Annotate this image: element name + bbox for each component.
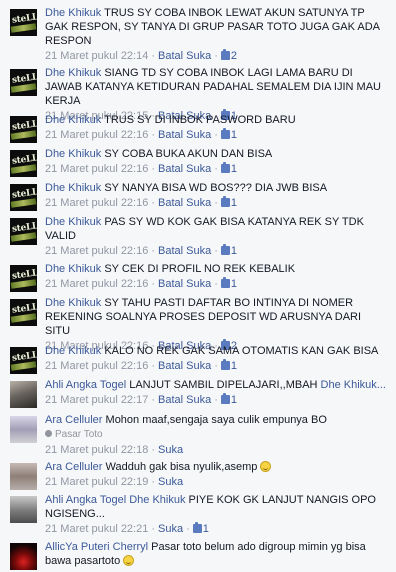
thumbs-up-icon	[220, 128, 230, 139]
like-button[interactable]: Suka	[158, 444, 183, 456]
smiley-icon	[260, 461, 272, 472]
mention-link[interactable]: Dhe Khikuk...	[321, 379, 386, 391]
comment-time[interactable]: 21 Maret pukul 22:16	[45, 197, 148, 209]
comment-author[interactable]: Dhe Khikuk	[45, 263, 101, 275]
like-count[interactable]: 1	[231, 129, 237, 141]
like-count[interactable]: 1	[231, 197, 237, 209]
comment-time[interactable]: 21 Maret pukul 22:14	[45, 50, 148, 62]
comment-author[interactable]: AllicYa Puteri Cherryl	[45, 541, 148, 553]
avatar[interactable]: steLL	[10, 9, 37, 36]
comment-author[interactable]: Dhe Khikuk	[45, 114, 101, 126]
comment-time[interactable]: 21 Maret pukul 22:16	[45, 245, 148, 257]
comment-feed: steLL Dhe Khikuk TRUS SY COBA INBOK LEWA…	[0, 0, 396, 572]
like-button[interactable]: Suka	[158, 476, 183, 488]
like-count[interactable]: 1	[231, 278, 237, 290]
comment-author[interactable]: Dhe Khikuk	[45, 345, 101, 357]
mention-link[interactable]: Dhe Khikuk	[129, 494, 185, 506]
smiley-icon	[123, 555, 135, 566]
comment-text: Wadduh gak bisa nyulik,asemp	[105, 461, 258, 473]
comment-text: LANJUT SAMBIL DIPELAJARI,,MBAH	[129, 379, 318, 391]
location-tag[interactable]: Pasar Toto	[45, 428, 388, 442]
like-button[interactable]: Suka	[158, 523, 183, 535]
unlike-button[interactable]: Batal Suka	[158, 394, 211, 406]
comment-text: SY NANYA BISA WD BOS??? DIA JWB BISA	[104, 182, 328, 194]
like-count[interactable]: 1	[231, 394, 237, 406]
comment-text: TRUS SY DI INBOK PASWORD BARU	[104, 114, 296, 126]
comment-text: Mohon maaf,sengaja saya culik empunya BO	[105, 414, 327, 426]
comment-time[interactable]: 21 Maret pukul 22:16	[45, 360, 148, 372]
like-count[interactable]: 1	[231, 245, 237, 257]
comment-time[interactable]: 21 Maret pukul 22:17	[45, 394, 148, 406]
like-count[interactable]: 1	[231, 360, 237, 372]
unlike-button[interactable]: Batal Suka	[158, 197, 211, 209]
comment-author[interactable]: Dhe Khikuk	[45, 67, 101, 79]
unlike-button[interactable]: Batal Suka	[158, 163, 211, 175]
comment-time[interactable]: 21 Maret pukul 22:16	[45, 278, 148, 290]
thumbs-up-icon	[220, 162, 230, 173]
comment-text: KALO NO REK GAK SAMA OTOMATIS KAN GAK BI…	[104, 345, 379, 357]
map-pin-icon	[45, 430, 52, 437]
location-name[interactable]: Pasar Toto	[55, 429, 103, 440]
avatar[interactable]	[10, 496, 37, 523]
thumbs-up-icon	[220, 359, 230, 370]
avatar[interactable]	[10, 463, 37, 490]
comment-time[interactable]: 21 Maret pukul 22:19	[45, 476, 148, 488]
avatar[interactable]: steLL	[10, 184, 37, 211]
comment-author[interactable]: Ahli Angka Togel	[45, 494, 126, 506]
avatar[interactable]: steLL	[10, 150, 37, 177]
comment-author[interactable]: Dhe Khikuk	[45, 7, 101, 19]
comment-text: SY COBA BUKA AKUN DAN BISA	[104, 148, 273, 160]
comment-time[interactable]: 21 Maret pukul 22:18	[45, 444, 148, 456]
unlike-button[interactable]: Batal Suka	[158, 245, 211, 257]
avatar[interactable]	[10, 543, 37, 570]
thumbs-up-icon	[220, 244, 230, 255]
thumbs-up-icon	[220, 49, 230, 60]
comment-time[interactable]: 21 Maret pukul 22:16	[45, 129, 148, 141]
avatar[interactable]: steLL	[10, 69, 37, 96]
like-count[interactable]: 1	[231, 163, 237, 175]
avatar[interactable]: steLL	[10, 299, 37, 326]
comment-author[interactable]: Dhe Khikuk	[45, 148, 101, 160]
avatar[interactable]: steLL	[10, 265, 37, 292]
unlike-button[interactable]: Batal Suka	[158, 278, 211, 290]
avatar[interactable]: steLL	[10, 218, 37, 245]
avatar[interactable]	[10, 416, 37, 443]
avatar[interactable]: steLL	[10, 347, 37, 374]
unlike-button[interactable]: Batal Suka	[158, 50, 211, 62]
thumbs-up-icon	[192, 522, 202, 533]
comment-time[interactable]: 21 Maret pukul 22:16	[45, 163, 148, 175]
thumbs-up-icon	[220, 196, 230, 207]
comment-author[interactable]: Ara Celluler	[45, 461, 102, 473]
unlike-button[interactable]: Batal Suka	[158, 360, 211, 372]
comment-author[interactable]: Ara Celluler	[45, 414, 102, 426]
thumbs-up-icon	[220, 277, 230, 288]
comment-author[interactable]: Ahli Angka Togel	[45, 379, 126, 391]
avatar[interactable]: steLL	[10, 116, 37, 143]
comment-author[interactable]: Dhe Khikuk	[45, 182, 101, 194]
unlike-button[interactable]: Batal Suka	[158, 129, 211, 141]
like-count[interactable]: 1	[203, 523, 209, 535]
comment-text: SY CEK DI PROFIL NO REK KEBALIK	[104, 263, 296, 275]
avatar[interactable]	[10, 381, 37, 408]
thumbs-up-icon	[220, 393, 230, 404]
comment-time[interactable]: 21 Maret pukul 22:21	[45, 523, 148, 535]
comment-author[interactable]: Dhe Khikuk	[45, 216, 101, 228]
comment-author[interactable]: Dhe Khikuk	[45, 297, 101, 309]
like-count[interactable]: 2	[231, 50, 237, 62]
